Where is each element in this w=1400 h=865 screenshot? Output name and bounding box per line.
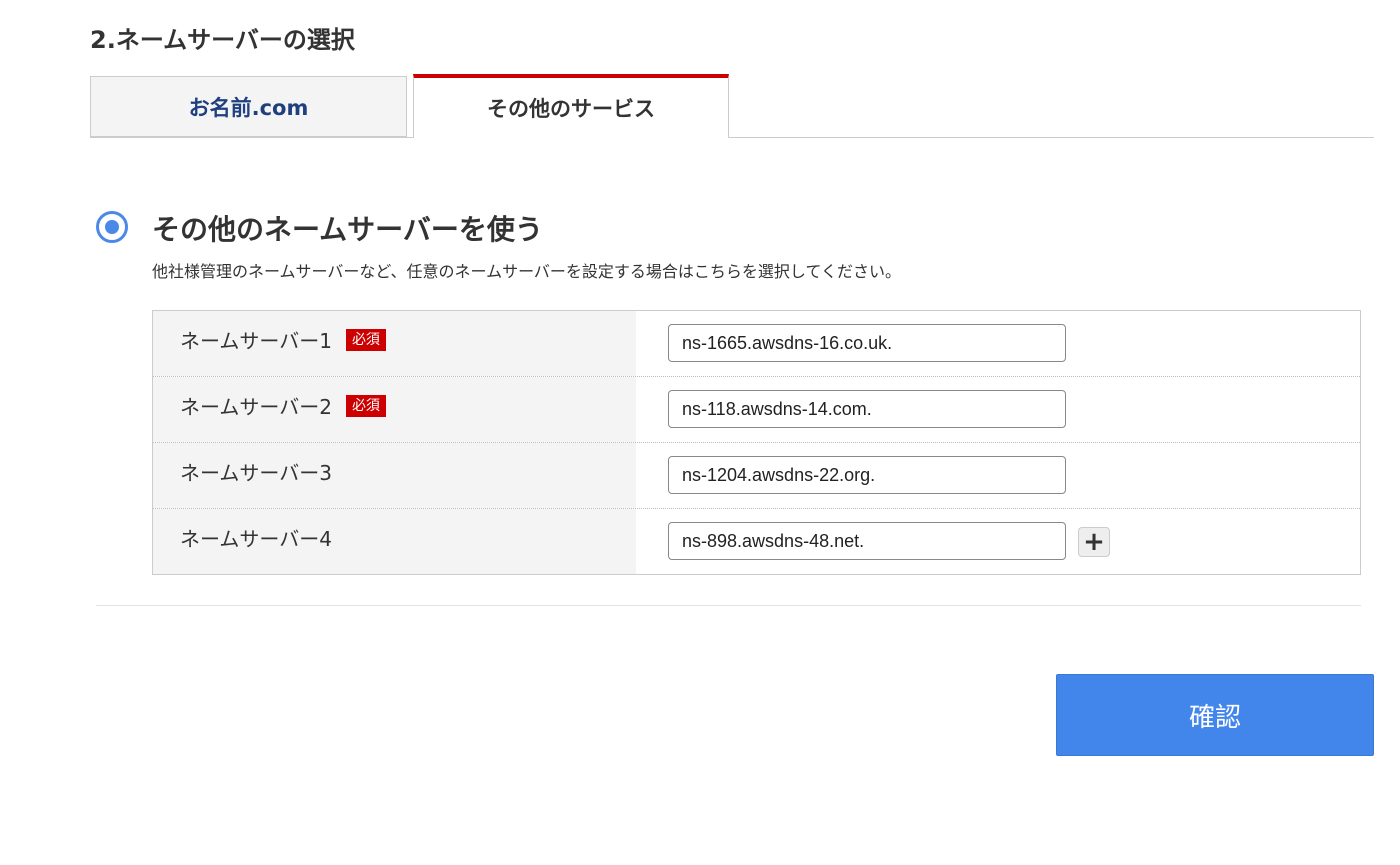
nameserver-value-cell: +	[636, 509, 1360, 574]
confirm-button[interactable]: 確認	[1056, 674, 1374, 756]
option-title: その他のネームサーバーを使う	[152, 213, 543, 246]
radio-selected-dot	[105, 220, 119, 234]
nameserver-row-3: ネームサーバー3	[153, 442, 1360, 508]
nameserver-value-cell	[636, 311, 1360, 376]
nameserver-4-input[interactable]	[668, 522, 1066, 560]
required-badge: 必須	[345, 329, 386, 351]
nameserver-row-4: ネームサーバー4 +	[153, 508, 1360, 574]
nameserver-3-label: ネームサーバー3	[180, 461, 332, 485]
other-nameserver-radio[interactable]	[96, 211, 128, 243]
plus-icon: +	[1083, 527, 1105, 557]
nameserver-1-label: ネームサーバー1	[180, 329, 332, 353]
nameserver-row-2: ネームサーバー2 必須	[153, 376, 1360, 442]
section-title: 2.ネームサーバーの選択	[90, 26, 355, 54]
add-nameserver-button[interactable]: +	[1078, 527, 1110, 557]
nameserver-1-input[interactable]	[668, 324, 1066, 362]
tab-bar: お名前.com その他のサービス	[90, 74, 1374, 138]
tab-onamae[interactable]: お名前.com	[90, 76, 407, 137]
nameserver-value-cell	[636, 443, 1360, 508]
option-description: 他社様管理のネームサーバーなど、任意のネームサーバーを設定する場合はこちらを選択…	[152, 262, 901, 281]
nameserver-label-cell: ネームサーバー4	[153, 509, 636, 574]
nameserver-label-cell: ネームサーバー3	[153, 443, 636, 508]
nameserver-table: ネームサーバー1 必須 ネームサーバー2 必須 ネームサーバー3 ネームサーバー…	[152, 310, 1361, 575]
nameserver-4-label: ネームサーバー4	[180, 527, 332, 551]
nameserver-label-cell: ネームサーバー1 必須	[153, 311, 636, 376]
nameserver-3-input[interactable]	[668, 456, 1066, 494]
nameserver-2-label: ネームサーバー2	[180, 395, 332, 419]
tab-baseline	[90, 137, 1374, 138]
divider	[96, 605, 1361, 606]
nameserver-value-cell	[636, 377, 1360, 442]
tab-other-services[interactable]: その他のサービス	[413, 74, 729, 138]
required-badge: 必須	[345, 395, 386, 417]
nameserver-row-1: ネームサーバー1 必須	[153, 311, 1360, 376]
nameserver-2-input[interactable]	[668, 390, 1066, 428]
nameserver-label-cell: ネームサーバー2 必須	[153, 377, 636, 442]
